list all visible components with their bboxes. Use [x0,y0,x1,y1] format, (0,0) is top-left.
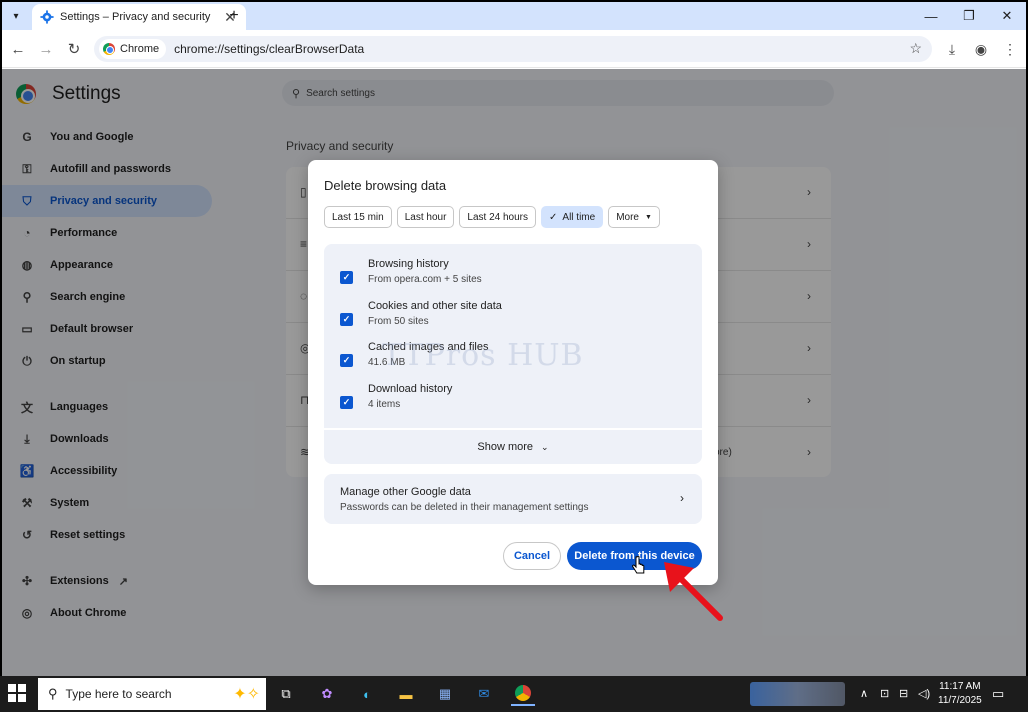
sparkle-icon: ✦✧ [233,686,260,703]
windows-start-icon[interactable] [8,684,26,702]
checkbox-checked-icon[interactable]: ✓ [340,354,353,367]
range-chip-label: More [616,211,639,223]
show-more-label: Show more [477,441,534,453]
forward-arrow-icon[interactable]: → [36,39,56,59]
microsoft-store-icon[interactable]: ▦ [433,682,457,706]
chevron-up-icon[interactable]: ∧ [860,687,868,700]
copilot-icon[interactable]: ✿ [315,682,339,706]
watermark-text: TTPros HUB [382,338,584,373]
profile-icon[interactable]: ◉ [971,39,991,59]
system-clock[interactable]: 11:17 AM 11/7/2025 [938,680,982,708]
item-title: Download history [368,383,453,395]
chrome-logo-icon [515,685,531,701]
search-icon: ⚲ [48,686,58,701]
chevron-down-icon: ⌄ [541,441,549,452]
address-bar[interactable]: Chrome chrome://settings/clearBrowserDat… [94,36,932,62]
file-explorer-icon[interactable]: ▬ [394,682,418,706]
kebab-menu-icon[interactable]: ⋮ [1000,39,1020,59]
range-chip-label: Last hour [404,211,447,223]
tab-strip: ▾ Settings – Privacy and security ✕ + — … [2,2,1026,30]
range-chip-all-time[interactable]: ✓ All time [541,206,604,228]
close-window-button[interactable]: ✕ [988,2,1026,30]
gear-icon [40,10,54,24]
edge-icon[interactable]: ◐ [355,682,379,706]
restore-button[interactable]: ❐ [950,2,988,30]
chrome-taskbar-icon[interactable] [511,682,535,706]
manage-subtitle: Passwords can be deleted in their manage… [340,502,589,513]
item-subtitle: From opera.com + 5 sites [368,274,482,285]
range-chip-label: All time [562,211,596,223]
range-chip-more[interactable]: More ▼ [608,206,660,228]
checkbox-checked-icon[interactable]: ✓ [340,271,353,284]
site-chip-label: Chrome [120,43,160,55]
chevron-right-icon: › [680,491,684,505]
list-item-download-history[interactable]: ✓ Download history 4 items [324,383,702,425]
new-tab-button[interactable]: + [224,6,244,26]
minimize-button[interactable]: — [912,2,950,30]
tab-search-chevron-icon[interactable]: ▾ [6,6,26,26]
data-type-list: ✓ Browsing history From opera.com + 5 si… [324,244,702,428]
show-more-button[interactable]: Show more ⌄ [324,430,702,464]
manage-title: Manage other Google data [340,486,471,498]
item-subtitle: 4 items [368,399,401,410]
range-chip-last-15-min[interactable]: Last 15 min [324,206,392,228]
item-subtitle: From 50 sites [368,316,429,327]
bookmark-star-icon[interactable]: ☆ [909,40,922,57]
time-range-chips: Last 15 min Last hour Last 24 hours ✓ All… [324,206,660,228]
tab-title: Settings – Privacy and security [60,11,211,23]
caret-down-icon: ▼ [645,213,652,221]
hand-pointer-cursor-icon [632,556,645,574]
meet-now-icon[interactable]: ⊡ [880,687,889,700]
taskbar-search-box[interactable]: ⚲ Type here to search ✦✧ [38,678,266,710]
url-text: chrome://settings/clearBrowserData [174,42,365,56]
list-item-cookies[interactable]: ✓ Cookies and other site data From 50 si… [324,300,702,342]
list-item-browsing-history[interactable]: ✓ Browsing history From opera.com + 5 si… [324,258,702,300]
item-title: Cookies and other site data [368,300,502,312]
reload-icon[interactable]: ↻ [64,39,84,59]
clock-time: 11:17 AM [939,681,981,692]
cancel-button[interactable]: Cancel [503,542,561,570]
clock-date: 11/7/2025 [938,695,982,706]
range-chip-label: Last 24 hours [467,211,529,223]
blurred-weather-widget[interactable] [750,682,845,706]
range-chip-last-hour[interactable]: Last hour [396,206,455,228]
range-chip-last-24-hours[interactable]: Last 24 hours [459,206,537,228]
network-icon[interactable]: ⊟ [899,687,908,700]
range-chip-label: Last 15 min [332,211,384,223]
checkbox-checked-icon[interactable]: ✓ [340,313,353,326]
notification-icon[interactable]: ▭ [992,686,1004,702]
task-view-icon[interactable]: ⧉ [274,682,298,706]
item-title: Browsing history [368,258,449,270]
dialog-title: Delete browsing data [324,178,447,193]
manage-google-data-row[interactable]: Manage other Google data Passwords can b… [324,474,702,524]
windows-taskbar: ⚲ Type here to search ✦✧ ⧉ ✿ ◐ ▬ ▦ ✉ ∧ ⊡… [0,676,1028,712]
download-icon[interactable]: ⤓ [942,39,962,59]
checkbox-checked-icon[interactable]: ✓ [340,396,353,409]
window-controls: — ❐ ✕ [912,2,1026,30]
tab-settings[interactable]: Settings – Privacy and security ✕ [32,4,246,30]
red-arrow-annotation-icon [664,562,723,621]
back-arrow-icon[interactable]: ← [8,39,28,59]
chrome-logo-icon [103,43,115,55]
checkmark-icon: ✓ [549,211,558,223]
site-info-chip[interactable]: Chrome [99,39,167,59]
browser-toolbar: ← → ↻ Chrome chrome://settings/clearBrow… [2,30,1026,68]
outlook-icon[interactable]: ✉ [472,682,496,706]
taskbar-search-placeholder: Type here to search [65,687,172,701]
volume-icon[interactable]: ◁) [918,687,930,700]
